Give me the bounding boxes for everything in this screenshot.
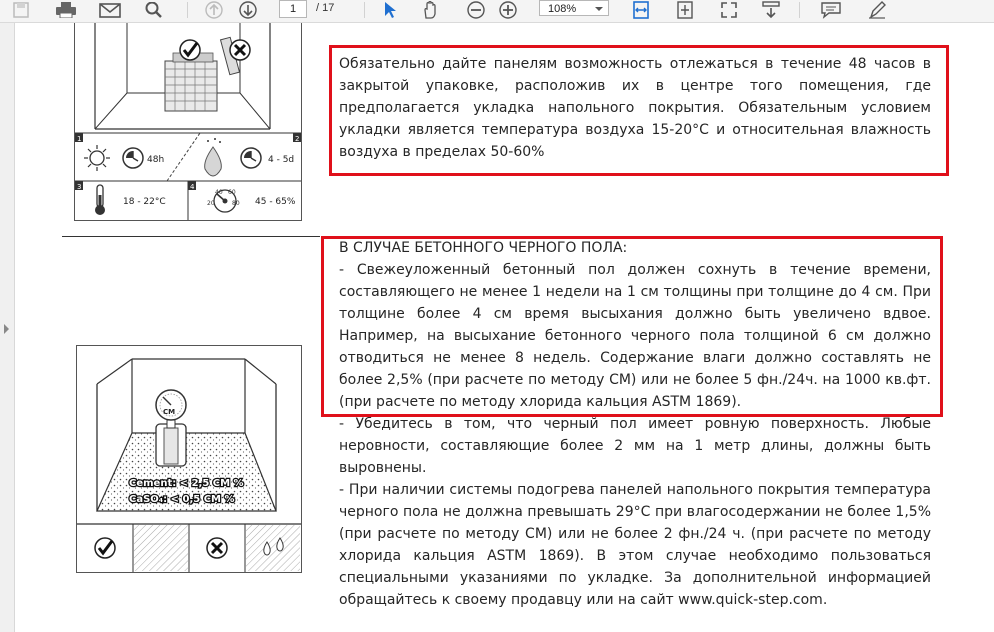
pdf-toolbar: 1 / 17 108% xyxy=(0,0,994,23)
check-circle-icon xyxy=(179,39,201,61)
page-number-input[interactable]: 1 xyxy=(279,0,307,18)
gauge-label: CM xyxy=(163,408,175,416)
search-icon[interactable] xyxy=(140,0,168,20)
sign-icon[interactable] xyxy=(864,0,890,20)
svg-text:1: 1 xyxy=(77,135,81,143)
svg-text:60: 60 xyxy=(228,189,236,196)
prev-page-icon[interactable] xyxy=(201,0,227,20)
svg-text:3: 3 xyxy=(77,183,81,191)
toolbar-separator xyxy=(799,2,800,18)
fit-width-icon[interactable] xyxy=(628,0,654,20)
svg-text:20: 20 xyxy=(207,200,215,207)
clock-4-5d-label: 4 - 5d xyxy=(268,155,294,165)
zoom-in-icon[interactable] xyxy=(496,0,520,20)
email-icon[interactable] xyxy=(96,0,124,20)
cross-circle-icon xyxy=(206,537,228,559)
sun-icon xyxy=(84,145,110,171)
caso4-limit-text: CaSO₄: < 0,5 CM % xyxy=(129,494,235,505)
next-page-icon[interactable] xyxy=(235,0,261,20)
svg-text:4: 4 xyxy=(190,183,195,191)
chevron-down-icon xyxy=(595,7,603,11)
thermometer-icon xyxy=(95,184,105,215)
panel-stack-icon xyxy=(164,52,218,112)
fit-page-icon[interactable] xyxy=(672,0,698,20)
section-divider xyxy=(62,236,320,237)
moisture-meter-icon: CM xyxy=(155,389,187,467)
flatness-paragraph: - Убедитесь в том, что черный пол имеет … xyxy=(339,416,931,476)
moisture-drop-icon xyxy=(204,138,222,177)
page-total: / 17 xyxy=(316,2,335,14)
zoom-level-value: 108% xyxy=(548,3,577,15)
save-icon[interactable] xyxy=(8,0,34,20)
cement-limit-text: Cement: < 2,5 CM % xyxy=(129,478,244,489)
highlight-box-acclimatization xyxy=(329,45,949,176)
svg-text:2: 2 xyxy=(295,135,299,143)
print-icon[interactable] xyxy=(52,0,80,20)
concrete-moisture-figure: CM Cement: < 2,5 CM % CaSO₄: < 0,5 CM % xyxy=(76,345,302,573)
highlight-box-concrete xyxy=(321,236,943,417)
fullscreen-icon[interactable] xyxy=(716,0,742,20)
clock-48h-label: 48h xyxy=(147,155,164,165)
humidity-range-label: 45 - 65% xyxy=(255,197,296,207)
svg-text:80: 80 xyxy=(232,200,240,207)
toolbar-separator xyxy=(187,2,188,18)
concrete-moisture-illustration: CM Cement: < 2,5 CM % CaSO₄: < 0,5 CM % xyxy=(77,358,301,572)
clock-icon xyxy=(122,147,144,169)
cross-circle-icon xyxy=(229,39,251,61)
scroll-icon[interactable] xyxy=(758,0,784,20)
navigation-pane-toggle[interactable] xyxy=(0,23,15,632)
zoom-level-select[interactable]: 108% xyxy=(539,0,609,16)
svg-text:40: 40 xyxy=(215,189,223,196)
clock-icon xyxy=(240,147,262,169)
expand-pane-icon xyxy=(4,324,9,334)
check-circle-icon xyxy=(94,537,116,559)
comment-icon[interactable] xyxy=(818,0,844,20)
acclimatization-figure: 1 2 3 4 48h 4 - 5d 18 - 22°C 40 60 80 20… xyxy=(74,23,302,221)
acclimatization-illustration: 1 2 3 4 48h 4 - 5d 18 - 22°C 40 60 80 20… xyxy=(75,23,301,220)
hand-icon[interactable] xyxy=(418,0,444,20)
temperature-range-label: 18 - 22°C xyxy=(123,197,166,207)
underfloor-heating-paragraph: - При наличии системы подогрева панелей … xyxy=(339,482,931,608)
select-cursor-icon[interactable] xyxy=(378,0,402,20)
toolbar-separator xyxy=(364,2,365,18)
zoom-out-icon[interactable] xyxy=(464,0,488,20)
